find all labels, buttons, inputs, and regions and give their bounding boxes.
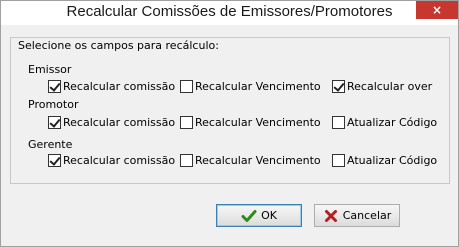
checkbox-promotor-recalcular-comissao[interactable]: Recalcular comissão bbox=[48, 114, 175, 130]
checkbox-gerente-atualizar-codigo[interactable]: Atualizar Código bbox=[332, 152, 437, 168]
checkmark-icon bbox=[241, 209, 257, 222]
checkbox-label: Recalcular Vencimento bbox=[195, 115, 321, 129]
checkbox-box[interactable] bbox=[48, 153, 61, 167]
checkbox-label: Recalcular over bbox=[347, 79, 433, 93]
checkbox-label: Recalcular comissão bbox=[63, 115, 176, 129]
checkbox-emissor-recalcular-vencimento[interactable]: Recalcular Vencimento bbox=[180, 78, 321, 94]
section-label-gerente: Gerente bbox=[28, 138, 73, 151]
dialog-window: Recalcular Comissões de Emissores/Promot… bbox=[0, 0, 459, 247]
groupbox-title: Selecione os campos para recálculo: bbox=[18, 39, 219, 52]
checkbox-label: Recalcular comissão bbox=[63, 153, 176, 167]
cancel-button[interactable]: Cancelar bbox=[314, 204, 400, 227]
checkbox-label: Atualizar Código bbox=[347, 115, 438, 129]
checkbox-promotor-recalcular-vencimento[interactable]: Recalcular Vencimento bbox=[180, 114, 321, 130]
checkbox-label: Atualizar Código bbox=[347, 153, 438, 167]
checkbox-box[interactable] bbox=[48, 79, 61, 93]
close-button[interactable]: × bbox=[416, 1, 458, 19]
checkbox-box[interactable] bbox=[332, 115, 345, 129]
x-icon bbox=[324, 209, 337, 222]
checkbox-box[interactable] bbox=[180, 115, 193, 129]
checkbox-label: Recalcular Vencimento bbox=[195, 79, 321, 93]
checkbox-promotor-atualizar-codigo[interactable]: Atualizar Código bbox=[332, 114, 437, 130]
close-icon: × bbox=[431, 3, 443, 17]
checkbox-label: Recalcular Vencimento bbox=[195, 153, 321, 167]
checkbox-label: Recalcular comissão bbox=[63, 79, 176, 93]
ok-button-label: OK bbox=[261, 209, 277, 222]
checkbox-box[interactable] bbox=[332, 79, 345, 93]
section-label-promotor: Promotor bbox=[28, 98, 79, 111]
checkbox-box[interactable] bbox=[48, 115, 61, 129]
ok-button[interactable]: OK bbox=[216, 204, 302, 227]
checkbox-box[interactable] bbox=[180, 153, 193, 167]
checkbox-emissor-recalcular-over[interactable]: Recalcular over bbox=[332, 78, 432, 94]
checkbox-box[interactable] bbox=[180, 79, 193, 93]
checkbox-gerente-recalcular-vencimento[interactable]: Recalcular Vencimento bbox=[180, 152, 321, 168]
window-title: Recalcular Comissões de Emissores/Promot… bbox=[66, 3, 393, 20]
checkbox-box[interactable] bbox=[332, 153, 345, 167]
title-bar: Recalcular Comissões de Emissores/Promot… bbox=[1, 1, 458, 25]
checkbox-emissor-recalcular-comissao[interactable]: Recalcular comissão bbox=[48, 78, 175, 94]
section-label-emissor: Emissor bbox=[28, 63, 72, 76]
cancel-button-label: Cancelar bbox=[342, 209, 392, 222]
checkbox-gerente-recalcular-comissao[interactable]: Recalcular comissão bbox=[48, 152, 175, 168]
